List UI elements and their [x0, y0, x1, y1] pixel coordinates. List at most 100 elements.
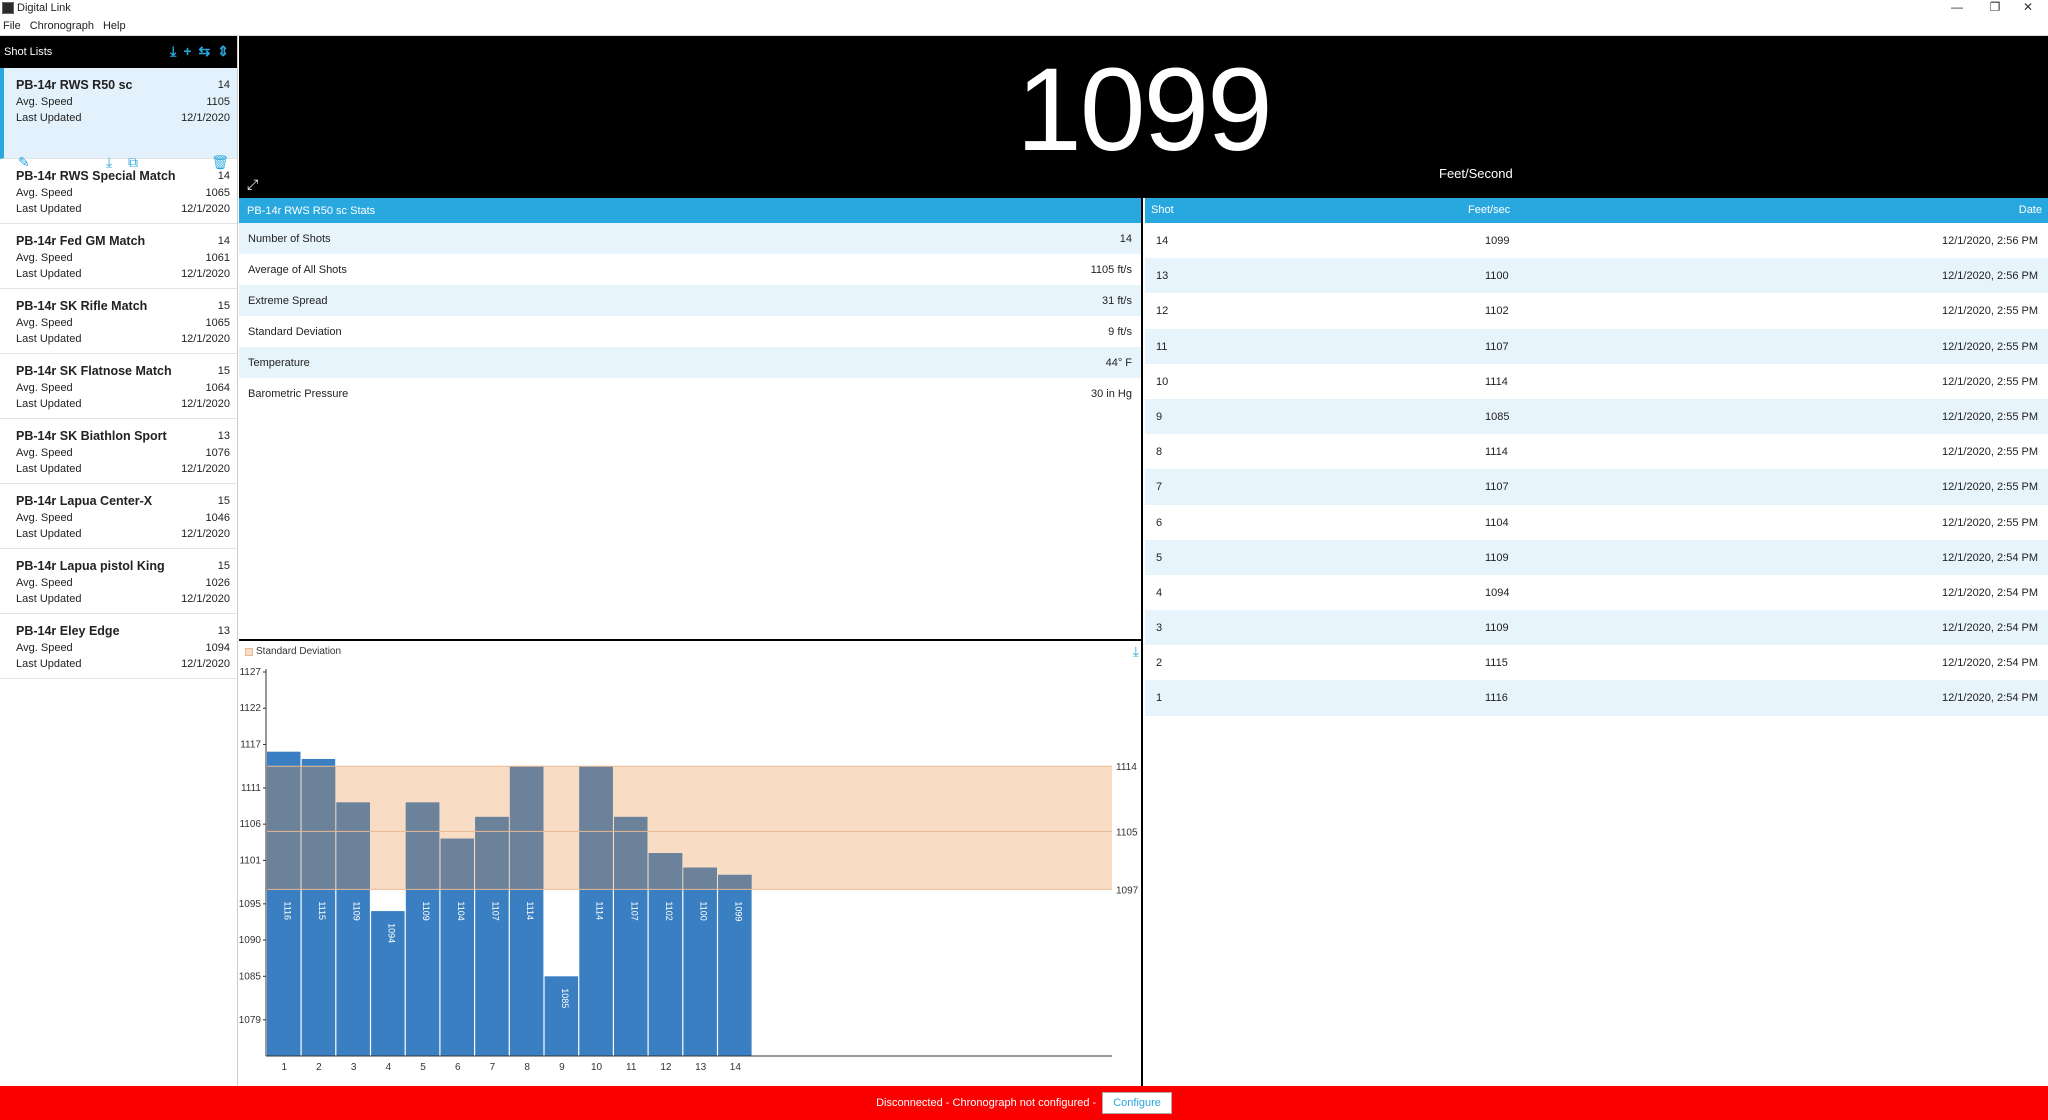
- shot-number: 3: [1156, 622, 1163, 635]
- list-name: PB-14r RWS Special Match: [16, 169, 176, 183]
- expand-icon[interactable]: ⤢: [247, 176, 258, 193]
- bar-value-label: 1116: [282, 901, 292, 920]
- shot-list-item[interactable]: PB-14r SK Flatnose Match 15 Avg. Speed 10…: [0, 354, 237, 419]
- shot-list-item[interactable]: PB-14r SK Biathlon Sport 13 Avg. Speed 10…: [0, 419, 237, 484]
- bar-band-overlap: [718, 874, 752, 890]
- shot-speed: 1094: [1485, 586, 1510, 599]
- list-count: 15: [217, 300, 230, 312]
- shot-list-item[interactable]: PB-14r Lapua Center-X 15 Avg. Speed 1046 …: [0, 484, 237, 549]
- col-date[interactable]: Date: [2019, 204, 2042, 216]
- bar-band-overlap: [301, 766, 336, 890]
- shot-date: 12/1/2020, 2:55 PM: [1941, 340, 2038, 353]
- updated-value: 12/1/2020: [181, 528, 230, 540]
- swap-icon[interactable]: ⇆: [199, 44, 211, 58]
- table-row[interactable]: 11 1107 12/1/2020, 2:55 PM: [1145, 328, 2048, 364]
- stat-label: Standard Deviation: [248, 325, 342, 338]
- shot-date: 12/1/2020, 2:55 PM: [1941, 516, 2038, 529]
- table-row[interactable]: 3 1109 12/1/2020, 2:54 PM: [1145, 610, 2048, 646]
- updated-value: 12/1/2020: [181, 398, 230, 410]
- updated-label: Last Updated: [16, 463, 82, 475]
- avg-value: 1026: [205, 577, 230, 589]
- table-row[interactable]: 10 1114 12/1/2020, 2:55 PM: [1145, 364, 2048, 399]
- bar-value-label: 1109: [352, 901, 362, 920]
- table-row[interactable]: 6 1104 12/1/2020, 2:55 PM: [1145, 505, 2048, 540]
- shot-number: 11: [1156, 340, 1168, 353]
- shot-speed: 1104: [1485, 516, 1509, 529]
- updated-label: Last Updated: [16, 203, 82, 215]
- shot-list-item[interactable]: PB-14r RWS R50 sc 14 Avg. Speed 1105 Last…: [0, 68, 237, 170]
- x-tick-label: 5: [420, 1062, 426, 1073]
- download-icon[interactable]: ⤓: [170, 44, 176, 58]
- updated-value: 12/1/2020: [181, 112, 230, 124]
- x-tick-label: 9: [559, 1062, 565, 1073]
- table-row[interactable]: 4 1094 12/1/2020, 2:54 PM: [1145, 575, 2048, 610]
- y-tick-label: 1122: [239, 703, 261, 714]
- bar-band-overlap: [648, 853, 683, 890]
- list-name: PB-14r SK Rifle Match: [16, 299, 148, 313]
- menu-help[interactable]: Help: [103, 20, 126, 32]
- table-row[interactable]: 14 1099 12/1/2020, 2:56 PM: [1145, 223, 2048, 258]
- list-count: 14: [217, 79, 230, 91]
- shot-speed: 1099: [1485, 235, 1510, 247]
- shot-list-item[interactable]: PB-14r Fed GM Match 14 Avg. Speed 1061 La…: [0, 224, 237, 289]
- stat-value: 9 ft/s: [1108, 325, 1132, 338]
- table-row[interactable]: 1 1116 12/1/2020, 2:54 PM: [1145, 680, 2048, 716]
- shot-lists-sidebar: Shot Lists ⤓ + ⇆ ⇕ PB-14r RWS R50 sc 14 …: [0, 36, 238, 1086]
- table-row[interactable]: 7 1107 12/1/2020, 2:55 PM: [1145, 469, 2048, 505]
- shot-date: 12/1/2020, 2:54 PM: [1941, 586, 2038, 599]
- stat-row: Number of Shots 14: [239, 223, 1141, 254]
- bar-band-overlap: [509, 766, 544, 890]
- table-row[interactable]: 9 1085 12/1/2020, 2:55 PM: [1145, 398, 2048, 435]
- stat-value: 31 ft/s: [1102, 294, 1132, 307]
- y-tick-label: 1101: [239, 855, 261, 866]
- current-speed: 1099: [1016, 44, 1273, 176]
- bar-band-overlap: [440, 838, 474, 890]
- shot-speed: 1115: [1485, 657, 1508, 670]
- shot-list-item[interactable]: PB-14r RWS Special Match 14 Avg. Speed 10…: [0, 159, 237, 224]
- table-row[interactable]: 8 1114 12/1/2020, 2:55 PM: [1145, 434, 2048, 469]
- shot-number: 13: [1156, 270, 1169, 283]
- menu-chronograph[interactable]: Chronograph: [30, 20, 94, 32]
- avg-label: Avg. Speed: [16, 512, 73, 524]
- sort-icon[interactable]: ⇕: [217, 44, 229, 58]
- updated-value: 12/1/2020: [181, 268, 230, 280]
- menu-bar: File Chronograph Help: [0, 16, 2048, 36]
- band-label: 1105: [1116, 827, 1138, 838]
- shot-number: 6: [1156, 516, 1163, 529]
- table-row[interactable]: 12 1102 12/1/2020, 2:55 PM: [1145, 293, 2048, 328]
- close-icon[interactable]: ✕: [2008, 0, 2048, 16]
- shot-list-item[interactable]: PB-14r Lapua pistol King 15 Avg. Speed 10…: [0, 549, 237, 614]
- col-shot[interactable]: Shot: [1151, 204, 1174, 216]
- shot-list-item[interactable]: PB-14r Eley Edge 13 Avg. Speed 1094 Last …: [0, 614, 237, 679]
- shot-list-item[interactable]: PB-14r SK Rifle Match 15 Avg. Speed 1065 …: [0, 289, 237, 354]
- table-row[interactable]: 2 1115 12/1/2020, 2:54 PM: [1145, 645, 2048, 680]
- shot-number: 2: [1156, 657, 1163, 670]
- bar-value-label: 1107: [629, 901, 639, 920]
- y-tick-label: 1111: [241, 783, 261, 794]
- stat-value: 30 in Hg: [1091, 387, 1132, 400]
- configure-button[interactable]: Configure: [1102, 1092, 1172, 1114]
- col-speed[interactable]: Feet/sec: [1468, 204, 1510, 216]
- add-icon[interactable]: +: [183, 44, 191, 58]
- x-tick-label: 13: [695, 1062, 707, 1073]
- shot-speed: 1114: [1485, 375, 1508, 388]
- minimize-icon[interactable]: —: [1937, 0, 1977, 16]
- table-row[interactable]: 13 1100 12/1/2020, 2:56 PM: [1145, 258, 2048, 294]
- list-name: PB-14r Eley Edge: [16, 624, 120, 638]
- menu-file[interactable]: File: [3, 20, 21, 32]
- list-name: PB-14r Fed GM Match: [16, 234, 146, 248]
- shot-speed: 1107: [1485, 481, 1509, 494]
- table-row[interactable]: 5 1109 12/1/2020, 2:54 PM: [1145, 539, 2048, 575]
- avg-value: 1105: [206, 96, 230, 108]
- shot-number: 14: [1156, 235, 1169, 247]
- shot-date: 12/1/2020, 2:56 PM: [1941, 235, 2038, 247]
- bar-value-label: 1094: [386, 923, 396, 943]
- stat-row: Average of All Shots 1105 ft/s: [239, 254, 1141, 285]
- list-count: 15: [217, 365, 230, 377]
- avg-label: Avg. Speed: [16, 577, 73, 589]
- bar-band-overlap: [336, 802, 370, 890]
- app-icon: [2, 2, 14, 14]
- stat-label: Extreme Spread: [248, 294, 328, 307]
- stat-label: Number of Shots: [248, 232, 331, 245]
- avg-label: Avg. Speed: [16, 642, 73, 654]
